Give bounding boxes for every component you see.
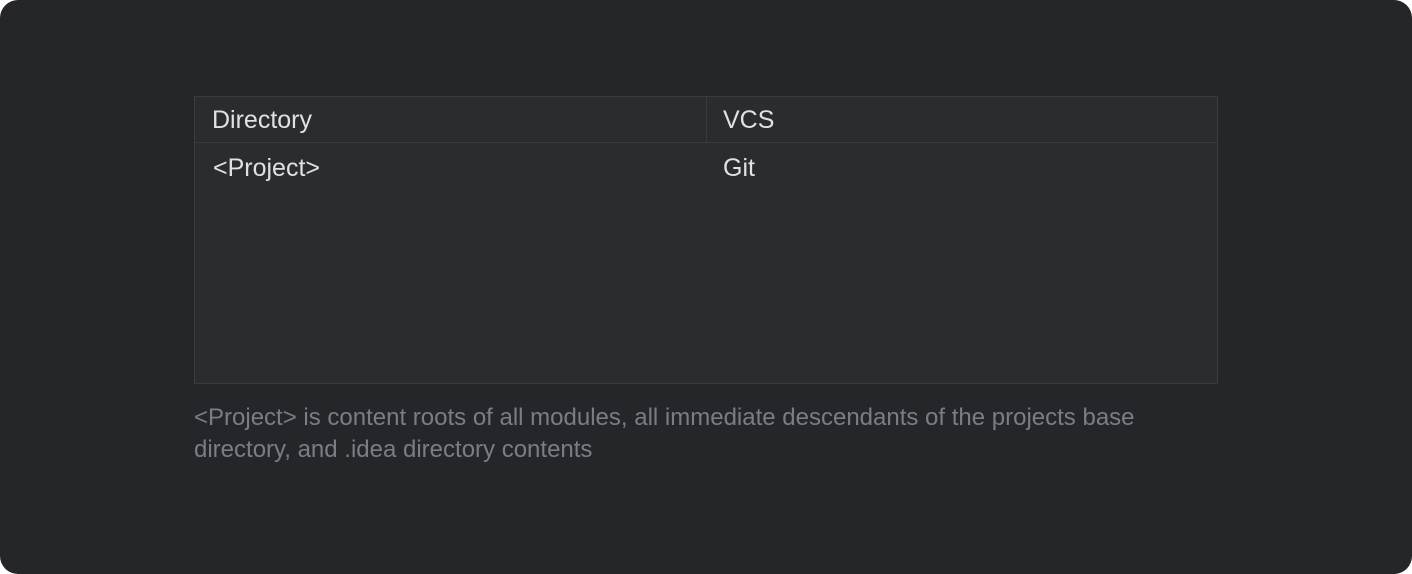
table-row[interactable]: <Project> Git	[195, 143, 1217, 193]
project-hint-text: <Project> is content roots of all module…	[194, 404, 1135, 463]
vcs-settings-panel: Directory VCS <Project> Git <Project> is…	[0, 0, 1412, 574]
vcs-mappings-table[interactable]: Directory VCS <Project> Git	[194, 96, 1218, 384]
directory-cell[interactable]: <Project>	[195, 143, 707, 193]
table-header: Directory VCS	[195, 97, 1217, 143]
column-header-directory[interactable]: Directory	[195, 97, 707, 142]
vcs-cell[interactable]: Git	[707, 143, 1217, 193]
column-header-vcs[interactable]: VCS	[707, 97, 1217, 142]
